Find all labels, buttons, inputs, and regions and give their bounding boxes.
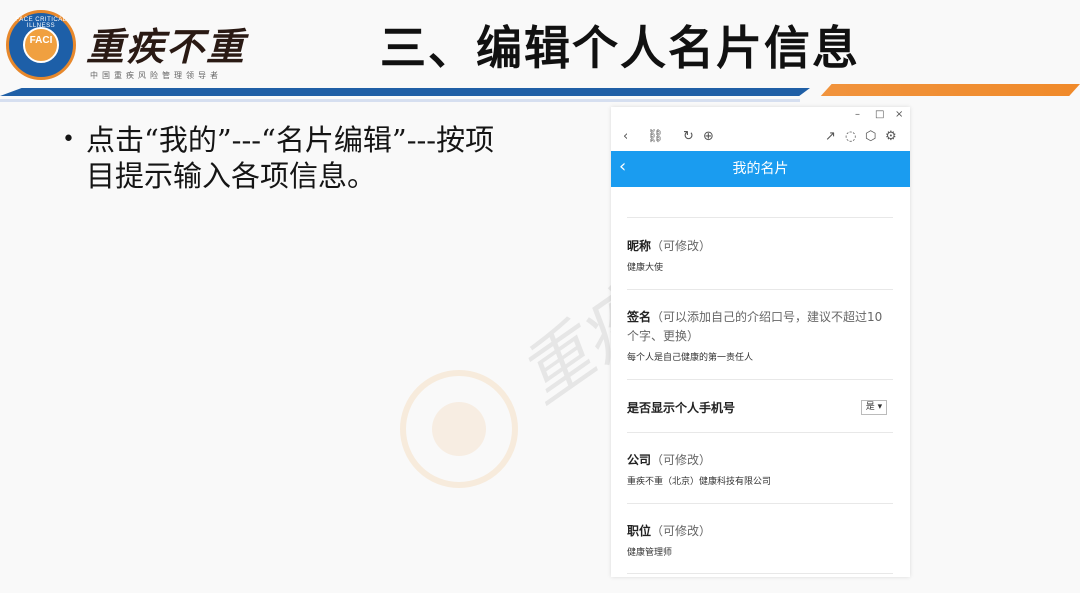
back-icon[interactable]: ‹ [623, 129, 628, 144]
bullet-text: 点击“我的”---“名片编辑”---按项目提示输入各项信息。 [86, 123, 495, 193]
divider [627, 217, 893, 218]
field-nickname-label: 昵称（可修改） [627, 237, 711, 254]
divider [627, 432, 893, 433]
header-thin-band [0, 99, 800, 102]
slide: FACE CRITICAL ILLNESS FACI 重疾不重 中国重疾风险管理… [0, 0, 1080, 593]
nav-title: 我的名片 [732, 161, 789, 177]
divider [627, 503, 893, 504]
field-label-text: 职位 [627, 524, 652, 538]
nav-bar: ‹ 我的名片 [611, 151, 910, 187]
logo-badge-icon: FACE CRITICAL ILLNESS FACI [6, 10, 76, 80]
share-icon[interactable]: ↗ [825, 129, 836, 144]
field-show-phone-label: 是否显示个人手机号 [627, 399, 735, 416]
minimize-button[interactable]: – [855, 109, 860, 123]
field-signature-label: 签名（可以添加自己的介绍口号，建议不超过10个字、更换） [627, 308, 887, 346]
logo-subtitle: 中国重疾风险管理领导者 [90, 71, 222, 80]
bullet-item: • 点击“我的”---“名片编辑”---按项目提示输入各项信息。 [62, 122, 522, 194]
field-position-input[interactable]: 健康管理师 [627, 545, 672, 558]
browser-toolbar: ‹ ⛓ ↻ ⊕ ↗ ◌ ⬡ ⚙ [611, 125, 910, 151]
field-hint: （可修改） [651, 453, 712, 467]
show-phone-select-value: 是 [865, 402, 875, 412]
field-label-text: 昵称 [627, 239, 652, 253]
field-hint: （可修改） [651, 239, 712, 253]
divider [627, 289, 893, 290]
app-window: – □ × ‹ ⛓ ↻ ⊕ ↗ ◌ ⬡ ⚙ ‹ 我的名片 昵称（可修改） 健康大… [611, 107, 910, 577]
show-phone-select[interactable]: 是 ▾ [861, 400, 887, 415]
close-button[interactable]: × [895, 109, 903, 123]
field-label-text: 签名 [627, 310, 652, 324]
logo: FACE CRITICAL ILLNESS FACI 重疾不重 中国重疾风险管理… [6, 6, 256, 86]
field-label-text: 是否显示个人手机号 [627, 401, 736, 415]
field-hint: （可修改） [651, 524, 712, 538]
field-nickname-input[interactable]: 健康大使 [627, 260, 663, 273]
field-company-input[interactable]: 重疾不重（北京）健康科技有限公司 [627, 474, 771, 487]
maximize-button[interactable]: □ [875, 109, 884, 123]
divider [627, 379, 893, 380]
field-position-label: 职位（可修改） [627, 522, 711, 539]
field-hint: （可以添加自己的介绍口号，建议不超过10个字、更换） [627, 310, 883, 343]
field-company-label: 公司（可修改） [627, 451, 711, 468]
slide-title: 三、编辑个人名片信息 [380, 21, 860, 75]
link-icon[interactable]: ⛓ [647, 129, 664, 144]
globe-icon[interactable]: ⊕ [703, 129, 714, 144]
cube-icon[interactable]: ⬡ [865, 129, 876, 144]
bullet-dot-icon: • [62, 127, 75, 152]
field-label-text: 公司 [627, 453, 652, 467]
field-signature-input[interactable]: 每个人是自己健康的第一责任人 [627, 350, 753, 363]
chat-icon[interactable]: ◌ [845, 129, 856, 144]
logo-name: 重疾不重 [86, 24, 247, 69]
settings-icon[interactable]: ⚙ [885, 129, 897, 144]
divider [627, 573, 893, 574]
watermark-seal-icon [400, 370, 518, 488]
logo-badge-text: FACI [29, 35, 53, 46]
refresh-icon[interactable]: ↻ [683, 129, 694, 144]
